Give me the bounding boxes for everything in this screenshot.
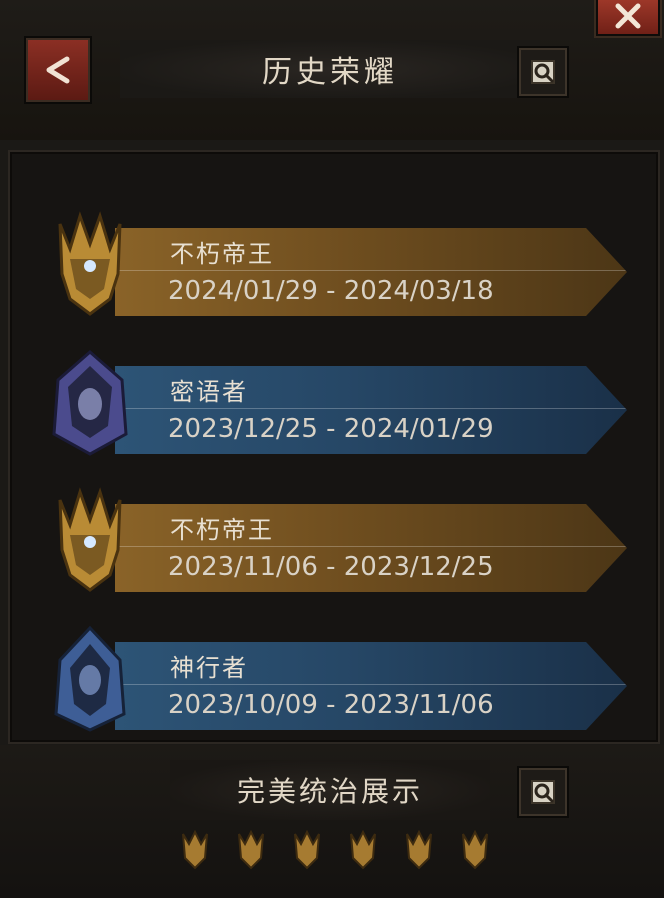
honor-title: 不朽帝王 [170,516,274,544]
magnifier-scroll-icon [531,780,555,804]
honor-list-panel: 不朽帝王 2024/01/29 - 2024/03/18 密语者 2023/12… [8,150,660,744]
gold-crest-icon [462,829,488,870]
gold-crest-icon [238,829,264,870]
hooded-wanderer-icon [54,625,126,732]
honor-dates: 2023/12/25 - 2024/01/29 [168,414,494,444]
honor-row[interactable]: 不朽帝王 2023/11/06 - 2023/12/25 [40,480,640,600]
close-button[interactable] [594,0,662,38]
hooded-whisperer-icon [52,350,128,456]
title-band: 历史荣耀 [120,40,540,98]
gold-crest-icon [406,829,432,870]
page-title: 历史荣耀 [262,55,398,90]
honor-title: 密语者 [170,378,248,406]
golden-horned-helm-icon [58,211,122,316]
crest-row [175,828,495,876]
honor-row[interactable]: 密语者 2023/12/25 - 2024/01/29 [40,342,640,462]
honor-row[interactable]: 神行者 2023/10/09 - 2023/11/06 [40,618,640,738]
honor-dates: 2023/11/06 - 2023/12/25 [168,552,494,582]
gold-crest-icon [182,829,208,870]
honor-dates: 2024/01/29 - 2024/03/18 [168,276,494,306]
showcase-title-band: 完美统治展示 [170,760,490,820]
honor-row[interactable]: 不朽帝王 2024/01/29 - 2024/03/18 [40,204,640,324]
showcase-title: 完美统治展示 [236,775,423,808]
golden-horned-helm-icon [58,487,122,592]
chevron-left-icon [46,56,70,84]
honor-dates: 2023/10/09 - 2023/11/06 [168,690,494,720]
close-icon [615,3,641,29]
inspect-button[interactable] [519,48,567,96]
gold-crest-icon [294,829,320,870]
back-button[interactable] [26,38,90,102]
honor-title: 神行者 [170,654,248,682]
gold-crest-icon [350,829,376,870]
magnifier-scroll-icon [531,60,555,84]
showcase-inspect-button[interactable] [519,768,567,816]
honor-title: 不朽帝王 [170,240,274,268]
